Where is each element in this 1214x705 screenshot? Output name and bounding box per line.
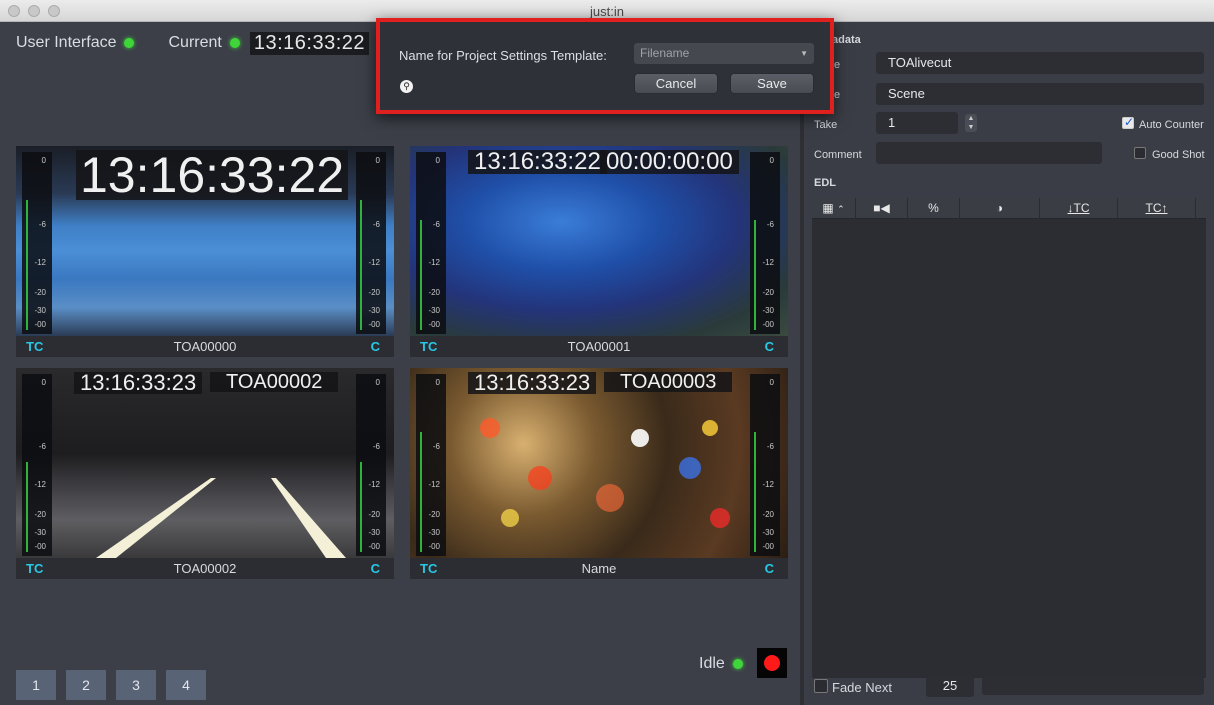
metadata-panel: adata e TOAlivecut e Scene Take 1 ▲▼ Aut… [804, 22, 1214, 705]
video-preview: 0 -6 -12 -20 -30 -00 0 -6 -12 -20 -30 -0… [16, 368, 394, 558]
video-preview: 0 -6 -12 -20 -30 -00 0 -6 -12 -20 -30 -0… [410, 146, 788, 336]
edl-col-date[interactable]: ▦ ⌃ [812, 198, 856, 219]
clip-name: TOA00001 [567, 339, 631, 354]
window-title: just:in [590, 4, 624, 19]
sort-ascending-icon: ⌃ [837, 204, 845, 214]
ui-status-indicator [124, 38, 135, 48]
video-preview: 0 -6 -12 -20 -30 -00 0 -6 -12 -20 -30 -0… [410, 368, 788, 558]
chevron-down-icon: ▼ [800, 49, 808, 58]
metadata-row2-label: e [834, 89, 841, 101]
clip-name: Name [581, 561, 617, 576]
tile-footer: TC TOA00002 C [16, 558, 394, 579]
ui-status-label: User Interface [16, 34, 117, 51]
audio-meter-left: 0 -6 -12 -20 -30 -00 [416, 152, 446, 334]
good-shot-label: Good Shot [1152, 149, 1205, 161]
comment-field[interactable] [876, 142, 1102, 164]
current-timecode: 13:16:33:22 [249, 31, 369, 55]
auto-counter-label: Auto Counter [1139, 119, 1204, 131]
c-label: C [370, 339, 380, 354]
c-label: C [764, 339, 774, 354]
edl-col-tc-out[interactable]: TC↑ [1118, 198, 1196, 219]
audio-meter-right: 0 -6 -12 -20 -30 -00 [750, 374, 780, 556]
take-stepper[interactable]: ▲ ▼ [965, 114, 977, 132]
page-button-1[interactable]: 1 [16, 670, 56, 700]
page-button-3[interactable]: 3 [116, 670, 156, 700]
edl-header: ▦ ⌃ ■◀ % ◑ ↓TC TC↑ [812, 198, 1206, 219]
dialog-prompt: Name for Project Settings Template: [399, 48, 607, 63]
app-window: just:in User Interface Current 13:16:33:… [0, 0, 1214, 705]
tile-footer: TC TOA00000 C [16, 336, 394, 357]
idle-indicator [732, 659, 743, 669]
record-button[interactable] [757, 648, 787, 678]
clip-name: TOA00000 [173, 339, 237, 354]
c-label: C [764, 561, 774, 576]
contrast-icon: ◑ [995, 201, 1004, 215]
record-icon [764, 655, 780, 671]
edl-col-tc-in[interactable]: ↓TC [1040, 198, 1118, 219]
tile-footer: TC Name C [410, 558, 788, 579]
tile-timecode: 13:16:33:23 [468, 372, 597, 394]
video-preview: 0 -6 -12 -20 -30 -00 0 -6 -12 -20 -30 -0… [16, 146, 394, 336]
tile-timecode: 13:16:33:22 [468, 150, 607, 174]
metadata-section-title: adata [832, 34, 861, 46]
idle-status: Idle [699, 655, 743, 673]
template-name-select[interactable]: Filename ▼ [634, 43, 814, 64]
fade-duration-field[interactable]: 25 [926, 675, 974, 697]
idle-label: Idle [699, 655, 725, 672]
search-icon[interactable]: ⚲ [400, 80, 413, 93]
video-tile-1[interactable]: 0 -6 -12 -20 -30 -00 0 -6 -12 -20 -30 -0… [16, 146, 394, 357]
edl-col-contrast[interactable]: ◑ [960, 198, 1040, 219]
tile-footer: TC TOA00001 C [410, 336, 788, 357]
auto-counter-checkbox[interactable] [1122, 115, 1134, 129]
take-field[interactable]: 1 [876, 112, 958, 134]
audio-meter-right: 0 -6 -12 -20 -30 -00 [356, 374, 386, 556]
tile-timecode: 13:16:33:23 [74, 372, 203, 394]
edl-col-percent[interactable]: % [908, 198, 960, 219]
select-value: Filename [640, 46, 690, 60]
audio-meter-left: 0 -6 -12 -20 -30 -00 [416, 374, 446, 556]
page-button-4[interactable]: 4 [166, 670, 206, 700]
edl-table[interactable]: ▦ ⌃ ■◀ % ◑ ↓TC TC↑ [812, 198, 1206, 678]
current-status-indicator [229, 38, 240, 48]
take-label: Take [814, 119, 838, 131]
camera-icon: ■◀ [873, 201, 890, 215]
road-lines-graphic [96, 478, 346, 558]
metadata-row1-label: e [834, 59, 841, 71]
good-shot-checkbox[interactable] [1134, 147, 1146, 159]
status-row: User Interface Current 13:16:33:22 [16, 31, 369, 55]
fade-next-label: Fade Next [832, 680, 892, 695]
fade-next-checkbox[interactable] [814, 679, 828, 693]
tile-timecode: 13:16:33:22 [76, 150, 349, 200]
audio-meter-left: 0 -6 -12 -20 -30 -00 [22, 152, 52, 334]
edl-col-camera[interactable]: ■◀ [856, 198, 908, 219]
c-label: C [370, 561, 380, 576]
clip-name: TOA00002 [173, 561, 237, 576]
save-button[interactable]: Save [730, 73, 814, 94]
page-button-2[interactable]: 2 [66, 670, 106, 700]
project-name-field[interactable]: TOAlivecut [876, 52, 1204, 74]
cancel-button[interactable]: Cancel [634, 73, 718, 94]
main-area: User Interface Current 13:16:33:22 0 -6 … [0, 22, 800, 705]
audio-meter-right: 0 -6 -12 -20 -30 -00 [356, 152, 386, 334]
edl-section-title: EDL [814, 177, 836, 189]
audio-meter-right: 0 -6 -12 -20 -30 -00 [750, 152, 780, 334]
video-tile-3[interactable]: 0 -6 -12 -20 -30 -00 0 -6 -12 -20 -30 -0… [16, 368, 394, 579]
comment-label: Comment [814, 149, 862, 161]
video-tile-2[interactable]: 0 -6 -12 -20 -30 -00 0 -6 -12 -20 -30 -0… [410, 146, 788, 357]
bokeh-lights-graphic [480, 418, 730, 528]
template-name-dialog: Name for Project Settings Template: File… [376, 18, 834, 114]
scene-field[interactable]: Scene [876, 83, 1204, 105]
tile-overlay-label: TOA00003 [604, 372, 733, 392]
current-status-label: Current [168, 34, 222, 51]
tile-overlay-label: TOA00002 [210, 372, 339, 392]
video-tile-4[interactable]: 0 -6 -12 -20 -30 -00 0 -6 -12 -20 -30 -0… [410, 368, 788, 579]
audio-meter-left: 0 -6 -12 -20 -30 -00 [22, 374, 52, 556]
fade-progress-field [982, 677, 1204, 695]
tile-overlay-label: 00:00:00:00 [600, 150, 739, 174]
calendar-icon: ▦ [822, 201, 834, 215]
